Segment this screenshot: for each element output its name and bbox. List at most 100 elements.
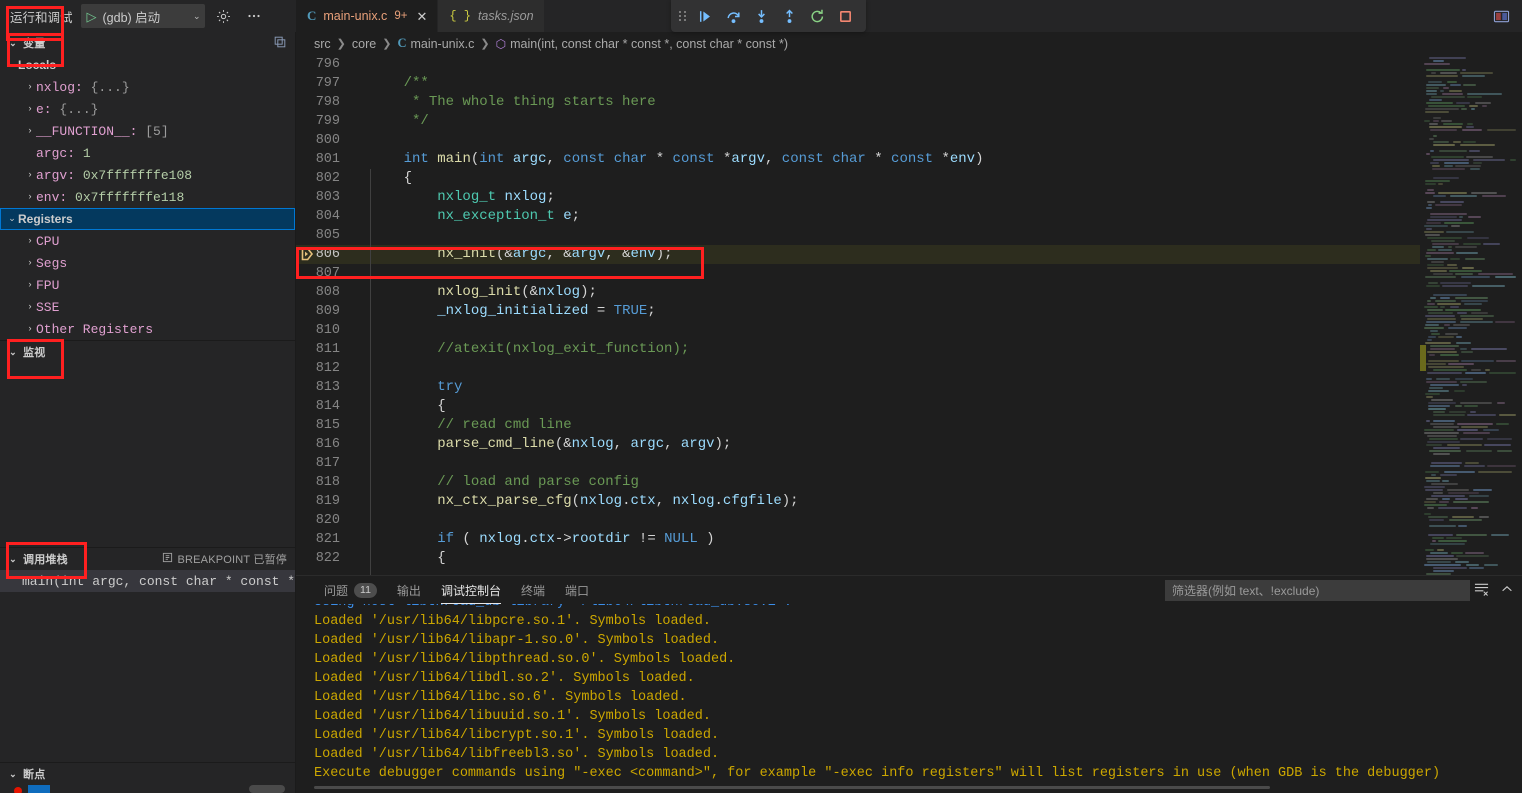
close-icon[interactable]: ✕ [416, 10, 427, 23]
line-number[interactable]: 802 [296, 169, 352, 188]
callstack-list[interactable]: main(int argc, const char * const * a [0, 570, 295, 762]
restart-button[interactable] [804, 3, 830, 29]
code-line[interactable]: 811 //atexit(nxlog_exit_function); [296, 340, 1420, 359]
code-line[interactable]: 799 */ [296, 112, 1420, 131]
code-line[interactable]: 816 parse_cmd_line(&nxlog, argc, argv); [296, 435, 1420, 454]
line-number[interactable]: 812 [296, 359, 352, 378]
breakpoint-checkbox[interactable] [28, 785, 50, 793]
tree-row-segs[interactable]: › Segs [0, 252, 295, 274]
tab-main-unix-c[interactable]: C main-unix.c 9+ ✕ [296, 0, 439, 32]
breakpoint-dot-icon[interactable] [14, 787, 22, 793]
minimap[interactable] [1420, 55, 1522, 575]
line-number[interactable]: 813 [296, 378, 352, 397]
duplicate-icon[interactable] [273, 35, 287, 52]
code-line[interactable]: 814 { [296, 397, 1420, 416]
code-line[interactable]: 819 nx_ctx_parse_cfg(nxlog.ctx, nxlog.cf… [296, 492, 1420, 511]
launch-config-dropdown[interactable]: ▷ (gdb) 启动 ⌄ [80, 4, 205, 28]
chevron-right-icon[interactable]: › [24, 302, 36, 312]
chevron-right-icon[interactable]: › [24, 236, 36, 246]
code-line[interactable]: 810 [296, 321, 1420, 340]
code-line[interactable]: 808 nxlog_init(&nxlog); [296, 283, 1420, 302]
code-line[interactable]: 797 /** [296, 74, 1420, 93]
line-number[interactable]: 803 [296, 188, 352, 207]
breadcrumb-item-symbol[interactable]: main(int, const char * const *, const ch… [510, 37, 788, 51]
drag-handle-icon[interactable] [679, 11, 687, 21]
line-number[interactable]: 818 [296, 473, 352, 492]
tree-row-argv[interactable]: › argv: 0x7fffffffe108 [0, 164, 295, 186]
code-line[interactable]: 812 [296, 359, 1420, 378]
code-line[interactable]: 818 // load and parse config [296, 473, 1420, 492]
line-number[interactable]: 811 [296, 340, 352, 359]
continue-button[interactable] [692, 3, 718, 29]
code-line[interactable]: 815 // read cmd line [296, 416, 1420, 435]
chevron-right-icon[interactable]: › [24, 280, 36, 290]
tab-tasks-json[interactable]: { } tasks.json [438, 0, 545, 32]
console-filter-input[interactable]: 筛选器(例如 text、!exclude) [1165, 580, 1470, 601]
tree-row-sse[interactable]: › SSE [0, 296, 295, 318]
code-line[interactable]: 796 [296, 55, 1420, 74]
step-over-button[interactable] [720, 3, 746, 29]
code-line[interactable]: 822 { [296, 549, 1420, 568]
code-line[interactable]: 817 [296, 454, 1420, 473]
tree-row-cpu[interactable]: › CPU [0, 230, 295, 252]
tab-problems[interactable]: 问题 11 [314, 576, 387, 604]
tree-row-e[interactable]: › e: {...} [0, 98, 295, 120]
chevron-right-icon[interactable]: › [24, 82, 36, 92]
tree-row-registers[interactable]: ⌄ Registers [0, 208, 295, 230]
code-line[interactable]: 813 try [296, 378, 1420, 397]
line-number[interactable]: 798 [296, 93, 352, 112]
tree-row-fpu[interactable]: › FPU [0, 274, 295, 296]
tree-row-nxlog[interactable]: › nxlog: {...} [0, 76, 295, 98]
code-line[interactable]: 807 [296, 264, 1420, 283]
variables-pane-header[interactable]: ⌄ 变量 [0, 32, 295, 54]
callstack-pane-header[interactable]: ⌄ 调用堆栈 BREAKPOINT 已暂停 [0, 548, 295, 570]
tree-row-argc[interactable]: argc: 1 [0, 142, 295, 164]
line-number[interactable]: 808 [296, 283, 352, 302]
chevron-right-icon[interactable]: › [24, 258, 36, 268]
line-number[interactable]: 822 [296, 549, 352, 568]
breakpoint-arrow-icon[interactable] [301, 247, 314, 261]
line-number[interactable]: 806 [296, 245, 352, 264]
line-number[interactable]: 817 [296, 454, 352, 473]
step-out-button[interactable] [776, 3, 802, 29]
line-number[interactable]: 821 [296, 530, 352, 549]
tab-output[interactable]: 输出 [387, 576, 431, 604]
line-number[interactable]: 799 [296, 112, 352, 131]
code-line[interactable]: 820 [296, 511, 1420, 530]
line-number[interactable]: 807 [296, 264, 352, 283]
tree-row-function[interactable]: › __FUNCTION__: [5] [0, 120, 295, 142]
line-number[interactable]: 814 [296, 397, 352, 416]
watch-pane-header[interactable]: ⌄ 监视 [0, 341, 295, 363]
tab-terminal[interactable]: 终端 [511, 576, 555, 604]
line-number[interactable]: 797 [296, 74, 352, 93]
tab-debug-console[interactable]: 调试控制台 [431, 576, 511, 604]
code-line[interactable]: 804 nx_exception_t e; [296, 207, 1420, 226]
chevron-down-icon[interactable]: ⌄ [6, 214, 18, 224]
code-line[interactable]: 802 { [296, 169, 1420, 188]
line-number[interactable]: 820 [296, 511, 352, 530]
line-number[interactable]: 810 [296, 321, 352, 340]
ellipsis-icon[interactable] [243, 5, 265, 27]
clear-console-icon[interactable] [1473, 581, 1490, 599]
step-into-button[interactable] [748, 3, 774, 29]
chevron-right-icon[interactable]: › [24, 324, 36, 334]
chevron-right-icon[interactable]: › [24, 104, 36, 114]
code-line[interactable]: 806 nx_init(&argc, &argv, &env); [296, 245, 1420, 264]
tab-ports[interactable]: 端口 [555, 576, 599, 604]
code-line[interactable]: 801 int main(int argc, const char * cons… [296, 150, 1420, 169]
chevron-right-icon[interactable]: › [24, 192, 36, 202]
breadcrumb-item-file[interactable]: main-unix.c [410, 37, 474, 51]
breadcrumb[interactable]: src ❯ core ❯ C main-unix.c ❯ ⬡ main(int,… [296, 32, 1522, 55]
code-line[interactable]: 803 nxlog_t nxlog; [296, 188, 1420, 207]
code-line[interactable]: 805 [296, 226, 1420, 245]
line-number[interactable]: 819 [296, 492, 352, 511]
line-number[interactable]: 804 [296, 207, 352, 226]
code-line[interactable]: 798 * The whole thing starts here [296, 93, 1420, 112]
stop-button[interactable] [832, 3, 858, 29]
variables-tree[interactable]: ⌄ Locals › nxlog: {...} › e: {...} › __F… [0, 54, 295, 340]
breadcrumb-item-core[interactable]: core [352, 37, 376, 51]
line-number[interactable]: 809 [296, 302, 352, 321]
chevron-right-icon[interactable]: › [24, 126, 36, 136]
line-number[interactable]: 800 [296, 131, 352, 150]
code-line[interactable]: 809 _nxlog_initialized = TRUE; [296, 302, 1420, 321]
